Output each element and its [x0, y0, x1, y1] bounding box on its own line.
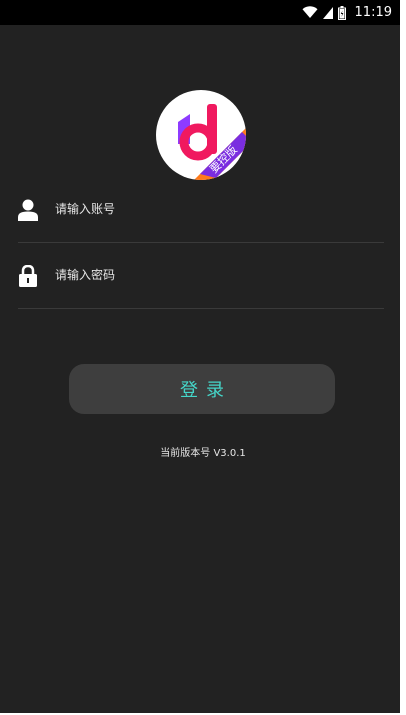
signal-icon — [322, 6, 333, 19]
status-clock: 11:19 — [354, 5, 392, 20]
app-logo: 要控版 — [156, 90, 246, 180]
lock-icon — [19, 265, 37, 287]
status-icons: 11:19 — [302, 0, 392, 25]
phone-screen: 11:19 要控版 请输入账号 登录 当前版本号 V3.0.1 — [0, 0, 400, 713]
password-input[interactable] — [55, 263, 355, 287]
version-label: 当前版本号 V3.0.1 — [160, 448, 246, 459]
wifi-icon — [302, 6, 318, 18]
password-field — [18, 243, 384, 309]
status-bar: 11:19 — [0, 0, 400, 25]
login-screen: 要控版 登录 当前版本号 V3.0.1 — [0, 25, 400, 713]
login-button[interactable]: 登录 — [69, 364, 335, 414]
username-field — [18, 177, 384, 243]
username-input[interactable] — [55, 197, 355, 221]
battery-icon — [337, 5, 346, 20]
app-logo-icon: 要控版 — [178, 104, 246, 180]
user-icon — [18, 199, 38, 221]
